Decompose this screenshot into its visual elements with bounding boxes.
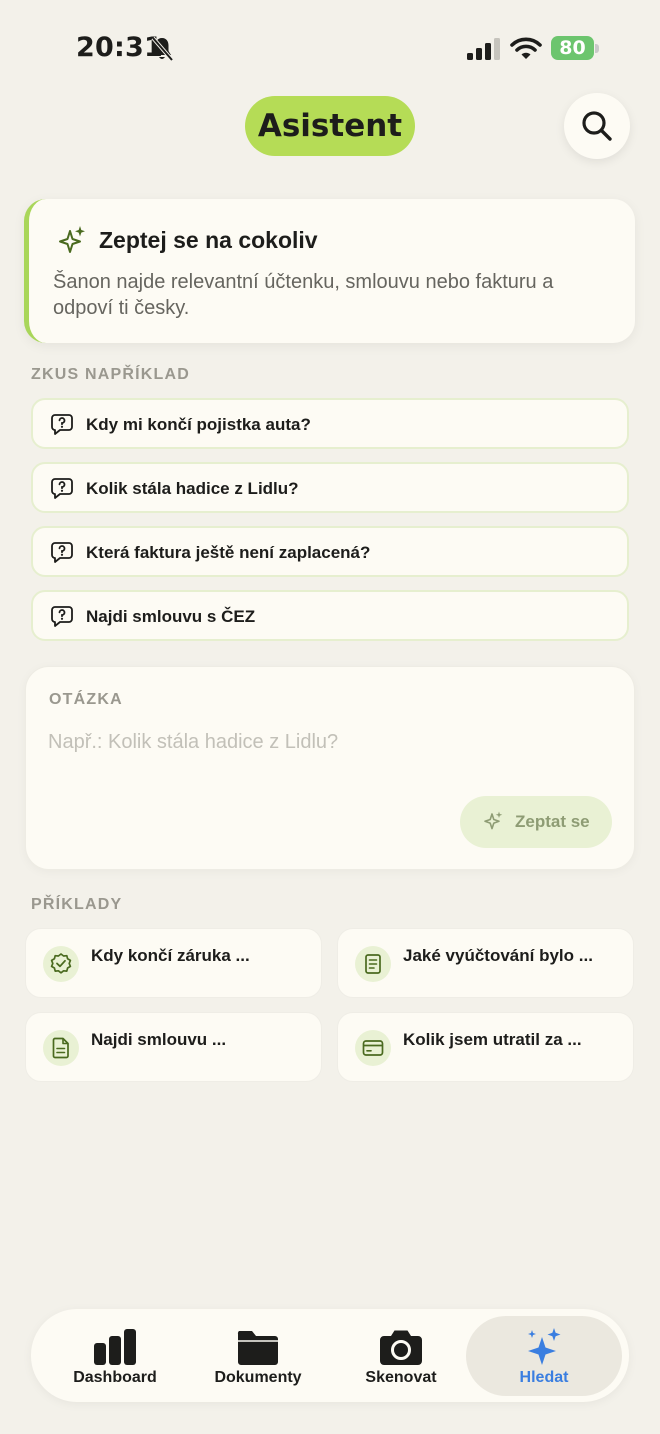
- example-icon-wrap: [355, 946, 391, 982]
- example-text: Jaké vyúčtování bylo ...: [403, 946, 593, 965]
- suggestion-chip[interactable]: Kdy mi končí pojistka auta?: [31, 398, 629, 449]
- example-text: Kdy končí záruka ...: [91, 946, 250, 965]
- ask-button[interactable]: Zeptat se: [460, 796, 612, 848]
- question-bubble-icon: [51, 542, 73, 563]
- suggestions-label: ZKUS NAPŘÍKLAD: [31, 366, 191, 383]
- bar-chart-icon: [94, 1329, 136, 1365]
- suggestion-text: Kdy mi končí pojistka auta?: [86, 415, 311, 434]
- tab-dokumenty[interactable]: Dokumenty: [188, 1309, 328, 1402]
- tab-label: Skenovat: [365, 1369, 437, 1386]
- examples-label: PŘÍKLADY: [31, 896, 123, 913]
- example-card[interactable]: Najdi smlouvu ...: [25, 1012, 322, 1082]
- question-card: OTÁZKA Zeptat se: [25, 666, 635, 870]
- suggestion-text: Najdi smlouvu s ČEZ: [86, 607, 256, 626]
- tab-skenovat[interactable]: Skenovat: [331, 1309, 471, 1402]
- example-card[interactable]: Jaké vyúčtování bylo ...: [337, 928, 634, 998]
- sparkles-icon: [528, 1328, 561, 1365]
- camera-icon: [380, 1330, 422, 1365]
- suggestion-chip[interactable]: Která faktura ještě není zaplacená?: [31, 526, 629, 577]
- tab-hledat[interactable]: Hledat: [466, 1309, 622, 1402]
- question-label: OTÁZKA: [49, 691, 123, 708]
- intro-title: Zeptej se na cokoliv: [99, 227, 318, 253]
- suggestion-text: Kolik stála hadice z Lidlu?: [86, 479, 299, 498]
- suggestion-chip[interactable]: Najdi smlouvu s ČEZ: [31, 590, 629, 641]
- search-button[interactable]: [564, 93, 630, 159]
- sparkles-icon: [59, 226, 85, 253]
- tab-bar: Dashboard Dokumenty Skenovat Hledat: [31, 1309, 629, 1402]
- suggestion-chip[interactable]: Kolik stála hadice z Lidlu?: [31, 462, 629, 513]
- question-input[interactable]: [48, 725, 608, 759]
- ask-button-label: Zeptat se: [515, 812, 590, 831]
- search-icon: [582, 111, 612, 141]
- tab-dashboard[interactable]: Dashboard: [45, 1309, 185, 1402]
- example-icon-wrap: [43, 946, 79, 982]
- battery-icon: 80: [551, 36, 599, 60]
- example-text: Najdi smlouvu ...: [91, 1030, 227, 1049]
- badge-check-icon: [50, 953, 72, 974]
- wifi-icon: [510, 37, 542, 59]
- document-icon: [52, 1037, 69, 1059]
- question-bubble-icon: [51, 606, 73, 627]
- example-text: Kolik jsem utratil za ...: [403, 1030, 582, 1049]
- battery-level: 80: [559, 37, 586, 59]
- example-icon-wrap: [43, 1030, 79, 1066]
- sparkle-icon: [484, 811, 503, 830]
- question-bubble-icon: [51, 414, 73, 435]
- receipt-icon: [365, 954, 381, 974]
- question-bubble-icon: [51, 478, 73, 499]
- example-icon-wrap: [355, 1030, 391, 1066]
- example-card[interactable]: Kolik jsem utratil za ...: [337, 1012, 634, 1082]
- status-bar: 20:31 80: [0, 0, 660, 90]
- folder-icon: [237, 1331, 278, 1365]
- example-card[interactable]: Kdy končí záruka ...: [25, 928, 322, 998]
- intro-text: Šanon najde relevantní účtenku, smlouvu …: [53, 271, 554, 319]
- tab-label: Dashboard: [73, 1369, 157, 1386]
- bell-slash-icon: [151, 36, 174, 62]
- tab-label: Hledat: [519, 1369, 569, 1386]
- suggestion-text: Která faktura ještě není zaplacená?: [86, 543, 371, 562]
- page-title: Asistent: [245, 96, 415, 156]
- signal-icon: [467, 38, 500, 60]
- intro-card: Zeptej se na cokoliv Šanon najde relevan…: [24, 199, 635, 343]
- tab-label: Dokumenty: [214, 1369, 302, 1386]
- credit-card-icon: [362, 1040, 384, 1056]
